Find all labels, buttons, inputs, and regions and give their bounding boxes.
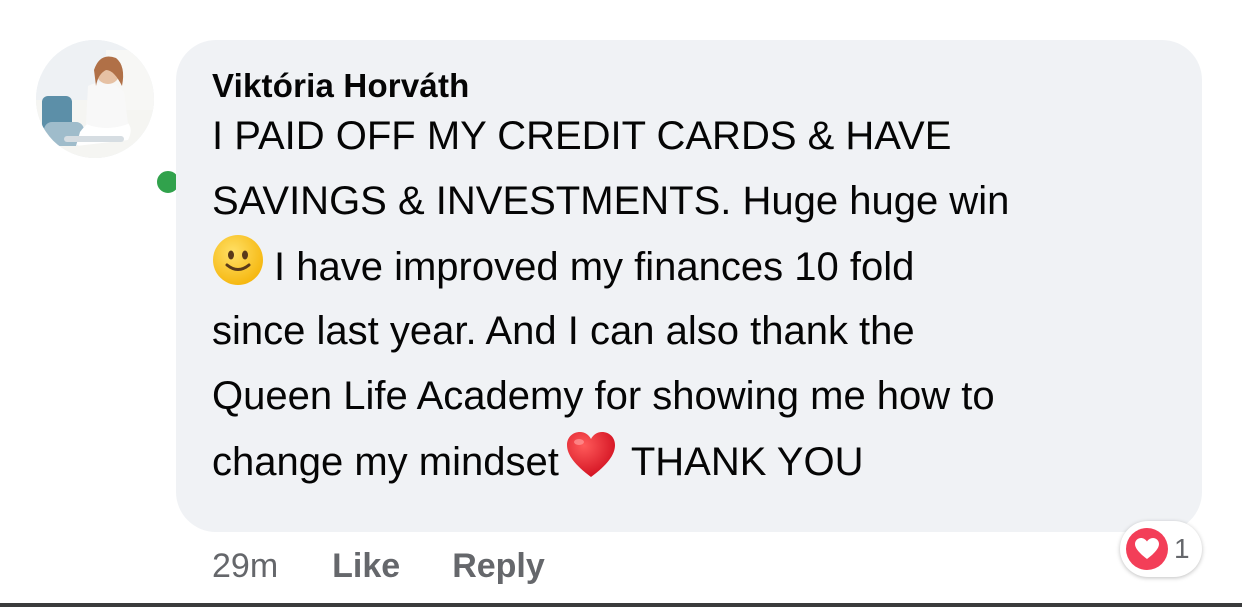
- avatar[interactable]: [36, 40, 154, 158]
- comment-line: I PAID OFF MY CREDIT CARDS & HAVE: [212, 104, 1162, 169]
- comment-line-text: since last year. And I can also thank th…: [212, 309, 915, 353]
- comment-line: SAVINGS & INVESTMENTS. Huge huge win: [212, 169, 1162, 234]
- comment-line: Queen Life Academy for showing me how to: [212, 364, 1162, 429]
- commenter-avatar-wrap[interactable]: [36, 40, 184, 198]
- comment-bubble: Viktória Horváth I PAID OFF MY CREDIT CA…: [176, 40, 1202, 532]
- divider: [0, 603, 1242, 607]
- comment-text: I PAID OFF MY CREDIT CARDS & HAVE SAVING…: [212, 104, 1162, 494]
- comment-line-text-after: THANK YOU: [630, 440, 864, 484]
- comment-line: change my mindset THANK YOU: [212, 429, 1162, 494]
- love-heart-icon: [1126, 528, 1168, 570]
- comment-line-text: Queen Life Academy for showing me how to: [212, 374, 995, 418]
- comment-line-text: I have improved my finances 10 fold: [274, 245, 915, 289]
- comment-line-text: change my mindset: [212, 440, 559, 484]
- comment-line-text: I PAID OFF MY CREDIT CARDS & HAVE: [212, 114, 952, 158]
- like-button[interactable]: Like: [332, 547, 400, 586]
- comment-timestamp[interactable]: 29m: [212, 547, 278, 586]
- reaction-count: 1: [1174, 533, 1190, 564]
- avatar-photo: [36, 40, 154, 158]
- slightly-smiling-face-emoji: [213, 235, 263, 285]
- comment-line-text: SAVINGS & INVESTMENTS. Huge huge win: [212, 179, 1010, 223]
- red-heart-emoji: [566, 432, 615, 477]
- comment-author-name[interactable]: Viktória Horváth: [212, 66, 1162, 106]
- comment-line: I have improved my finances 10 fold: [212, 234, 1162, 299]
- comment-actions: 29m Like Reply: [212, 538, 597, 594]
- reply-button[interactable]: Reply: [452, 547, 545, 586]
- reaction-summary[interactable]: 1: [1120, 521, 1202, 577]
- comment-line: since last year. And I can also thank th…: [212, 299, 1162, 364]
